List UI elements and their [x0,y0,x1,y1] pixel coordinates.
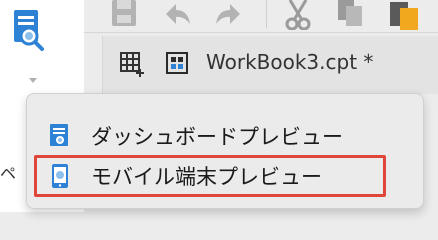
menu-item-mobile-preview[interactable]: モバイル端末プレビュー [43,154,403,194]
preview-menu: ダッシュボードプレビュー モバイル端末プレビュー [26,93,424,209]
cut-icon[interactable] [284,0,312,34]
dashboard-preview-icon [47,123,73,153]
undo-icon[interactable] [162,2,192,30]
toolbar-divider [266,0,267,28]
toolbar-separator [84,32,438,33]
partial-side-text: ペ [0,164,17,183]
menu-item-dashboard-preview[interactable]: ダッシュボードプレビュー [43,114,403,154]
redo-icon[interactable] [214,2,244,30]
preview-icon [14,10,44,51]
workbook-tab-label: WorkBook3.cpt * [206,50,374,74]
workbook-icon [166,52,190,80]
paste-icon[interactable] [388,0,418,34]
mobile-preview-icon [47,163,73,193]
save-icon[interactable] [112,0,138,32]
dashboard-preview-label: ダッシュボードプレビュー [91,125,343,149]
add-sheet-icon[interactable] [120,52,146,82]
preview-button[interactable] [8,6,54,60]
toolbar [84,0,438,32]
preview-dropdown-arrow-icon[interactable] [28,70,38,83]
mobile-preview-label: モバイル端末プレビュー [91,165,322,189]
copy-icon[interactable] [336,0,364,32]
